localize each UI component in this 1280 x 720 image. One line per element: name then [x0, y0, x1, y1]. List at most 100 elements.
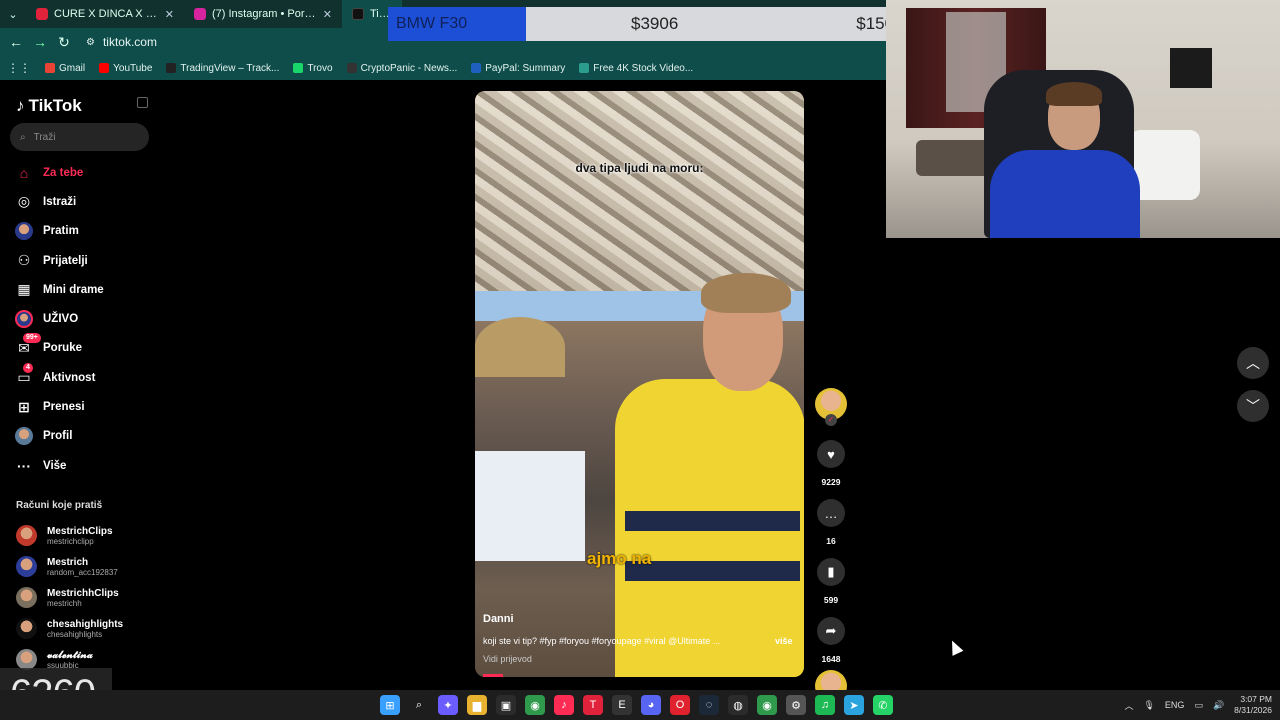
sidebar-item-3[interactable]: ⚇ Prijatelji — [0, 246, 160, 275]
obs-icon[interactable]: ◍ — [728, 695, 748, 715]
sidebar-item-8[interactable]: ⊞ Prenesi — [0, 392, 160, 421]
search-input[interactable]: ⌕ Traži — [10, 123, 149, 151]
sidebar-item-5[interactable]: UŽIVO — [0, 304, 160, 333]
bookmark-item[interactable]: PayPal: Summary — [464, 63, 572, 74]
telegram-icon[interactable]: ➤ — [844, 695, 864, 715]
epic-games-icon[interactable]: E — [612, 695, 632, 715]
microphone-icon[interactable]: 🎙 — [1143, 700, 1154, 711]
video-player[interactable]: dva tipa ljudi na moru: ajmo na Danni ko… — [475, 91, 804, 677]
more-link[interactable]: više — [775, 636, 793, 646]
follow-check-icon[interactable]: ✓ — [825, 414, 837, 426]
video-progress-bar[interactable] — [483, 674, 503, 677]
copilot-icon[interactable]: ✦ — [438, 695, 458, 715]
comment-action[interactable]: … 16 — [812, 499, 850, 546]
volume-icon[interactable]: 🔊 — [1213, 700, 1224, 711]
previous-video-chevron-up-icon[interactable]: ︿ — [1237, 347, 1269, 379]
url-field[interactable]: ⚙ tiktok.com — [86, 31, 157, 53]
streamer-hair — [1046, 82, 1102, 106]
cooler-box — [475, 451, 585, 561]
heart-icon[interactable]: ♥ — [817, 440, 845, 468]
sidebar-nav: ⌂ Za tebe ◎ Istraži Pratim ⚇ Prijatelji ▦ Mini d… — [0, 158, 160, 480]
comment-count: 16 — [826, 536, 836, 546]
discord-icon[interactable]: ◕ — [641, 695, 661, 715]
sidebar-item-1[interactable]: ◎ Istraži — [0, 187, 160, 216]
followed-account[interactable]: chesahighlights chesahighlights — [16, 613, 123, 644]
bookmark-item[interactable]: Gmail — [38, 63, 92, 74]
mouse-cursor — [946, 638, 964, 656]
share-action[interactable]: ➦ 1648 — [812, 617, 850, 664]
spotify-icon[interactable]: ♫ — [815, 695, 835, 715]
store-icon[interactable]: ▣ — [496, 695, 516, 715]
bookmark-item[interactable]: CryptoPanic - News... — [340, 63, 465, 74]
tiktok-logo[interactable]: ♪ TikTok — [16, 96, 82, 116]
bookmark-item[interactable]: TradingView – Track... — [159, 63, 286, 74]
windows-start-icon[interactable]: ⊞ — [380, 695, 400, 715]
opera-icon[interactable]: O — [670, 695, 690, 715]
tab-search-icon[interactable]: ⌄ — [0, 8, 26, 21]
chrome-active-icon[interactable]: ◉ — [757, 695, 777, 715]
sidebar-item-10[interactable]: ··· Više — [0, 451, 160, 480]
vest-strap — [625, 561, 800, 581]
sidebar-item-7[interactable]: ▭ 4 Aktivnost — [0, 362, 160, 392]
back-arrow-icon[interactable]: ← — [4, 34, 28, 50]
sidebar-item-2[interactable]: Pratim — [0, 217, 160, 246]
apps-grid-icon[interactable]: ⋮⋮ — [0, 61, 38, 75]
collapse-sidebar-icon[interactable] — [137, 97, 148, 108]
chrome-icon[interactable]: ◉ — [525, 695, 545, 715]
translate-link[interactable]: Vidi prijevod — [483, 654, 532, 664]
video-author[interactable]: Danni — [483, 613, 514, 625]
followed-account[interactable]: MestrichClips mestrichclipp — [16, 520, 123, 551]
search-icon[interactable]: ⌕ — [409, 695, 429, 715]
search-placeholder: Traži — [33, 131, 56, 143]
save-action[interactable]: ▮ 599 — [812, 558, 850, 605]
bookmark-label: YouTube — [113, 62, 153, 74]
bookmark-icon[interactable]: ▮ — [817, 558, 845, 586]
account-handle: mestrichclipp — [47, 536, 94, 546]
close-tab-icon[interactable]: ✕ — [165, 8, 174, 21]
bookmark-label: Trovo — [307, 62, 333, 74]
notification-badge: 99+ — [23, 333, 41, 344]
video-subtitle: ajmo na — [587, 549, 652, 568]
tab-instagram[interactable]: (7) Instagram • Poruke ✕ — [184, 0, 342, 28]
share-icon[interactable]: ➦ — [817, 617, 845, 645]
sidebar-item-label: Mini drame — [43, 283, 104, 296]
creator-avatar[interactable]: ✓ — [815, 388, 847, 426]
sidebar-item-4[interactable]: ▦ Mini drame — [0, 275, 160, 304]
reload-icon[interactable]: ↻ — [52, 34, 76, 51]
like-action[interactable]: ♥ 9229 — [812, 440, 850, 487]
brand-name: TikTok — [28, 96, 82, 115]
share-count: 1648 — [821, 654, 841, 664]
tab-youtube[interactable]: CURE X DINCA X LOKI - SPANU... ✕ — [26, 0, 184, 28]
tray-overflow-icon[interactable]: ︿ — [1124, 699, 1133, 712]
system-tray: ︿ 🎙 ENG ▭ 🔊 3:07 PM 8/31/2026 — [1124, 690, 1272, 720]
bookmark-label: Gmail — [59, 62, 86, 74]
tiktok-icon[interactable]: ♪ — [554, 695, 574, 715]
vest-strap — [625, 511, 800, 531]
tab-title: (7) Instagram • Poruke — [212, 8, 317, 20]
bookmark-item[interactable]: Free 4K Stock Video... — [572, 63, 700, 74]
followed-account[interactable]: MestrichhClips mestrichh — [16, 582, 123, 613]
file-explorer-icon[interactable]: ▆ — [467, 695, 487, 715]
profile-avatar — [15, 427, 33, 446]
language-indicator[interactable]: ENG — [1165, 700, 1185, 710]
network-icon[interactable]: ▭ — [1194, 700, 1203, 711]
bookmark-item[interactable]: Trovo — [286, 63, 339, 74]
steam-icon[interactable]: ◌ — [699, 695, 719, 715]
site-info-icon[interactable]: ⚙ — [86, 37, 95, 48]
tv — [1170, 48, 1212, 88]
clock[interactable]: 3:07 PM 8/31/2026 — [1234, 694, 1272, 716]
whatsapp-icon[interactable]: ✆ — [873, 695, 893, 715]
sidebar-item-9[interactable]: Profil — [0, 422, 160, 451]
close-tab-icon[interactable]: ✕ — [323, 8, 332, 21]
next-video-chevron-down-icon[interactable]: ﹀ — [1237, 390, 1269, 422]
forward-arrow-icon[interactable]: → — [28, 34, 52, 50]
bookmark-item[interactable]: YouTube — [92, 63, 159, 74]
comment-icon[interactable]: … — [817, 499, 845, 527]
sidebar-item-0[interactable]: ⌂ Za tebe — [0, 158, 160, 187]
followed-account[interactable]: Mestrich random_acc192837 — [16, 551, 123, 582]
tradingview-icon[interactable]: T — [583, 695, 603, 715]
sidebar-item-6[interactable]: ✉ 99+ Poruke — [0, 333, 160, 363]
following-section-title: Računi koje pratiš — [16, 500, 103, 511]
settings-icon[interactable]: ⚙ — [786, 695, 806, 715]
sidebar-item-label: Prijatelji — [43, 254, 88, 267]
